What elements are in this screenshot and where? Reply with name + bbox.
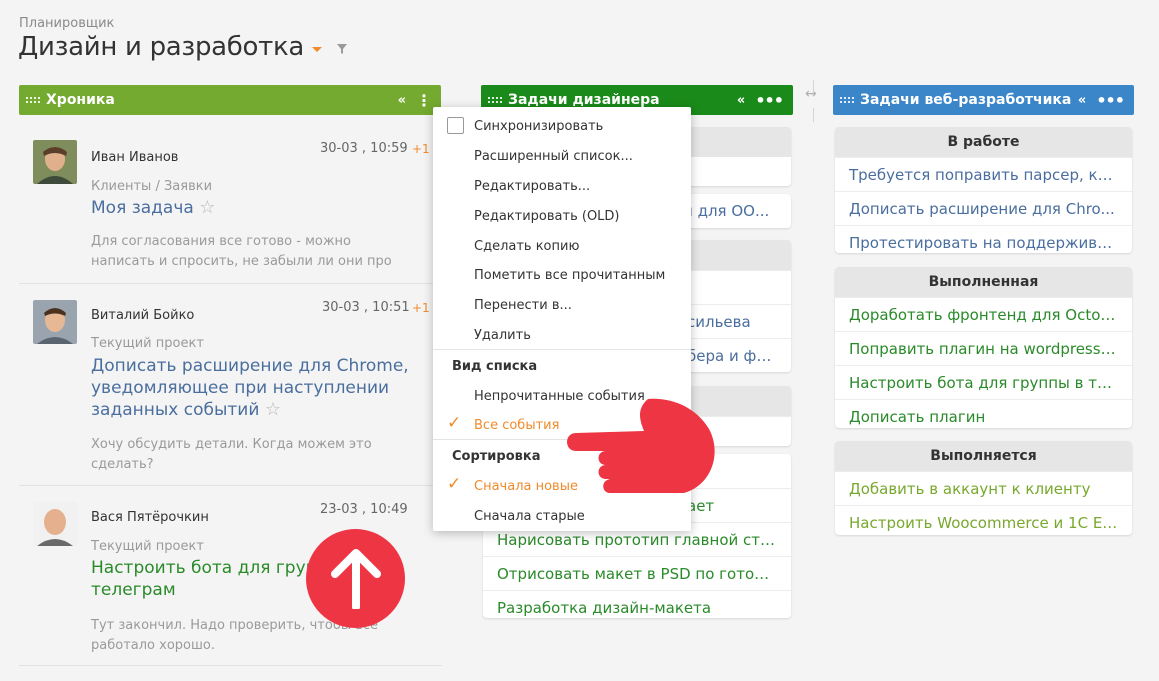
sync-checkbox[interactable] [447,117,464,134]
menu-item-mark-read[interactable]: Пометить все прочитанным [474,268,665,283]
task-row[interactable]: Настроить Woocommerce и 1С En... [835,505,1132,535]
column-divider [813,80,814,92]
menu-item-move[interactable]: Перенести в... [474,298,572,313]
resize-handle-icon[interactable]: ↔ [805,86,817,102]
menu-separator [433,349,691,350]
page-title[interactable]: Дизайн и разработка [18,32,304,62]
menu-item-edit[interactable]: Редактировать... [474,179,590,194]
column-header-webdev[interactable]: Задачи веб-разработчика « ••• [833,85,1134,115]
menu-item-edit-old[interactable]: Редактировать (OLD) [474,209,620,224]
unread-badge: +1 [412,142,430,156]
unread-badge: +1 [412,301,430,315]
task-row[interactable]: Дописать расширение для Chro... [835,191,1132,225]
task-row[interactable]: Поправить плагин на wordpress ... [835,331,1132,365]
star-icon[interactable]: ☆ [199,197,215,218]
collapse-icon[interactable]: « [737,93,745,108]
drag-handle-icon[interactable] [840,97,854,103]
collapse-icon[interactable]: « [1078,93,1086,108]
task-title-link[interactable]: Дописать расширение для Chrome, уведомля… [91,355,409,421]
comment-text: Для согласования все готово - можно напис… [91,232,392,272]
more-icon[interactable]: ••• [1096,91,1125,110]
task-title-text[interactable]: Моя задача [91,198,194,218]
status-card-executing[interactable]: Выполняется Добавить в аккаунт к клиенту… [835,441,1132,535]
card-title[interactable]: Выполненная [835,267,1132,297]
task-row[interactable]: Доработать фронтенд для Octob... [835,297,1132,331]
comment-line: Хочу обсудить детали. Когда можем это [91,437,372,452]
task-row[interactable]: Требуется поправить парсер, ко... [835,157,1132,191]
task-row[interactable]: Протестировать на поддержива... [835,225,1132,253]
star-icon[interactable]: ☆ [265,399,281,420]
check-icon: ✓ [447,413,462,433]
task-title-line[interactable]: заданных событий [91,400,259,420]
comment-line: Для согласования все готово - можно [91,234,351,249]
task-title-line[interactable]: уведомляющее при наступлении [91,377,409,399]
menu-item-newest-first[interactable]: Сначала новые [474,479,578,494]
column-title: Задачи дизайнера [508,92,660,108]
author-name[interactable]: Иван Иванов [91,150,178,165]
author-name[interactable]: Виталий Бойко [91,308,194,323]
comment-line: работало хорошо. [91,638,215,653]
column-divider [813,108,814,122]
timestamp: 30-03 , 10:59 [320,141,408,156]
status-card-in-progress[interactable]: В работе Требуется поправить парсер, ко.… [835,127,1132,253]
menu-item-sync[interactable]: Синхронизировать [474,119,603,134]
column-header-feed[interactable]: Хроника « ⋮ [19,85,441,115]
menu-item-extended-list[interactable]: Расширенный список... [474,149,633,164]
comment-line: написать и спросить, не забыли ли они пр… [91,254,392,269]
project-link[interactable]: Клиенты / Заявки [91,179,212,194]
drag-handle-icon[interactable] [488,97,502,103]
status-card-done[interactable]: Выполненная Доработать фронтенд для Octo… [835,267,1132,428]
project-link[interactable]: Текущий проект [91,539,204,554]
avatar[interactable] [33,502,77,546]
menu-section-sort: Сортировка [452,449,541,464]
task-title-line[interactable]: Дописать расширение для Chrome, [91,355,409,377]
comment-text: Хочу обсудить детали. Когда можем это сде… [91,435,372,475]
filter-icon[interactable] [337,44,347,54]
timestamp: 30-03 , 10:51 [322,300,410,315]
collapse-icon[interactable]: « [398,93,406,108]
feed-item[interactable]: Виталий Бойко 30-03 , 10:51 +1 Текущий п… [19,284,442,486]
task-row[interactable]: Разработка дизайн-макета [483,590,791,618]
card-title[interactable]: В работе [835,127,1132,157]
task-title-line[interactable]: Настроить бота для группы [91,557,341,579]
breadcrumb[interactable]: Планировщик [19,16,114,31]
project-link[interactable]: Текущий проект [91,336,204,351]
timestamp: 23-03 , 10:49 [320,502,408,517]
check-icon: ✓ [447,474,462,494]
avatar[interactable] [33,140,77,184]
feed-item[interactable]: Иван Иванов 30-03 , 10:59 +1 Клиенты / З… [19,120,442,284]
menu-item-copy[interactable]: Сделать копию [474,239,579,254]
arrow-up-icon [330,548,381,609]
menu-item-all-events[interactable]: Все события [474,418,559,433]
column-title: Задачи веб-разработчика [860,92,1072,108]
task-title-line[interactable]: телеграм [91,579,341,601]
drag-handle-icon[interactable] [26,97,40,103]
task-row[interactable]: Отрисовать макет в PSD по готово... [483,556,791,590]
author-name[interactable]: Вася Пятёрочкин [91,510,209,525]
scroll-up-button[interactable] [306,529,405,628]
task-row[interactable]: Настроить бота для группы в телег... [835,365,1132,399]
avatar[interactable] [33,300,77,344]
card-title[interactable]: Выполняется [835,441,1132,471]
task-title-link[interactable]: Настроить бота для группы телеграм [91,557,341,601]
pointing-hand-icon [567,398,715,493]
menu-item-delete[interactable]: Удалить [474,328,531,343]
more-vertical-icon[interactable]: ⋮ [416,91,432,110]
task-row[interactable]: Дописать плагин [835,399,1132,428]
menu-item-oldest-first[interactable]: Сначала старые [474,509,585,524]
more-icon[interactable]: ••• [755,91,784,110]
title-dropdown-icon[interactable] [312,47,322,52]
comment-line: сделать? [91,457,154,472]
task-title-link[interactable]: Моя задача ☆ [91,197,215,219]
menu-section-view: Вид списка [452,359,538,374]
column-title: Хроника [46,92,115,108]
task-row[interactable]: Добавить в аккаунт к клиенту [835,471,1132,505]
